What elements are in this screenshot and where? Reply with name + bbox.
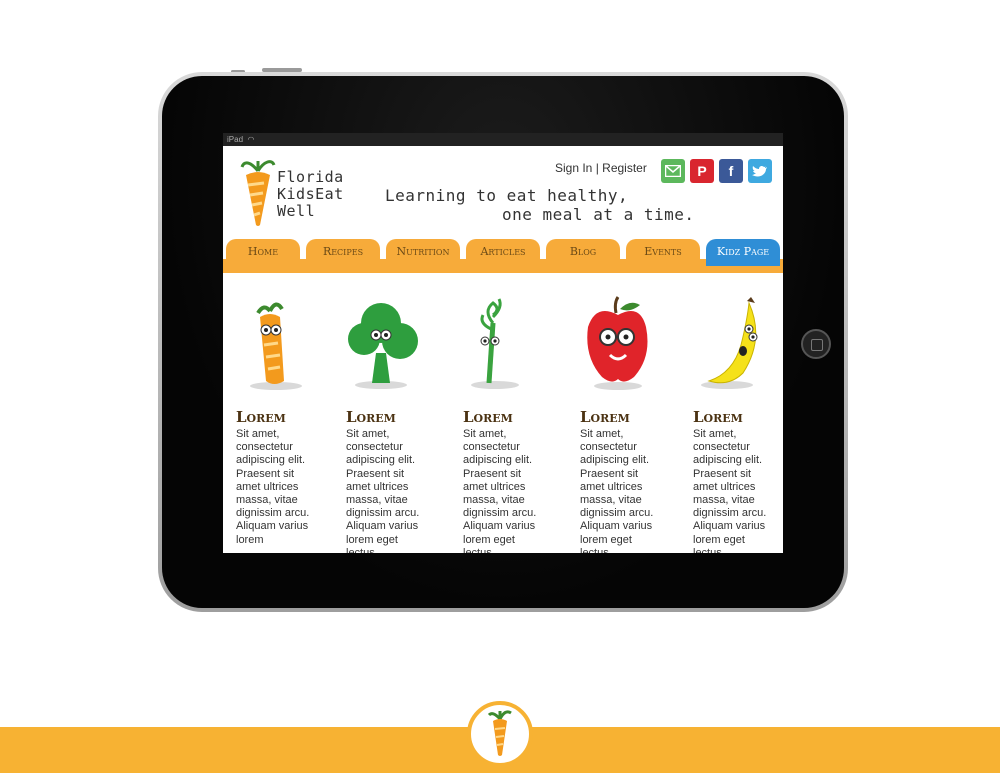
- logo-line-2: KidsEat: [277, 185, 344, 203]
- footer-logo-badge: [467, 701, 533, 767]
- tab-articles[interactable]: Articles: [466, 239, 540, 266]
- tagline: Learning to eat healthy, one meal at a t…: [385, 186, 695, 224]
- email-share-button[interactable]: [661, 159, 685, 183]
- sign-in-link[interactable]: Sign In: [555, 161, 592, 175]
- broccoli-character-icon: [348, 303, 418, 389]
- character-description: Sit amet, consectetur adipiscing elit. P…: [346, 428, 420, 553]
- character-description: Sit amet, consectetur adipiscing elit. P…: [693, 428, 767, 553]
- character-card-asparagus[interactable]: Lorem Sit amet, consectetur adipiscing e…: [463, 293, 553, 553]
- logo-line-3: Well: [277, 202, 316, 220]
- tab-home[interactable]: Home: [226, 239, 300, 266]
- envelope-icon: [664, 164, 682, 178]
- character-description: Sit amet, consectetur adipiscing elit. P…: [236, 428, 310, 546]
- carrot-character-icon: [250, 302, 302, 390]
- register-link[interactable]: Register: [602, 161, 647, 175]
- character-description: Sit amet, consectetur adipiscing elit. P…: [463, 428, 537, 553]
- logo-line-1: Florida: [277, 168, 344, 186]
- facebook-icon: f: [728, 163, 734, 179]
- wifi-icon: ◠: [245, 135, 255, 144]
- home-button[interactable]: [801, 329, 831, 359]
- main-nav: Home Recipes Nutrition Articles Blog Eve…: [223, 239, 783, 273]
- character-card-broccoli[interactable]: Lorem Sit amet, consectetur adipiscing e…: [346, 293, 436, 553]
- apple-character-icon: [587, 296, 648, 390]
- character-title: Lorem: [463, 408, 513, 426]
- status-bar: iPad ◠: [223, 133, 783, 146]
- tab-events[interactable]: Events: [626, 239, 700, 266]
- twitter-icon: [752, 165, 767, 177]
- carrot-logo-icon: [240, 160, 276, 226]
- tagline-line-2: one meal at a time.: [502, 205, 695, 224]
- character-card-apple[interactable]: Lorem Sit amet, consectetur adipiscing e…: [580, 293, 670, 553]
- character-title: Lorem: [580, 408, 630, 426]
- pinterest-share-button[interactable]: P: [690, 159, 714, 183]
- carrot-logo-icon: [487, 710, 512, 756]
- logo-wordmark[interactable]: Florida KidsEat Well: [277, 169, 344, 220]
- device-label: iPad: [227, 135, 244, 144]
- character-title: Lorem: [346, 408, 396, 426]
- account-links: Sign In | Register: [555, 161, 647, 175]
- account-separator: |: [592, 161, 603, 175]
- character-description: Sit amet, consectetur adipiscing elit. P…: [580, 428, 654, 553]
- tablet-screen: iPad ◠ Florida KidsEat Well Learning to …: [223, 133, 783, 553]
- character-title: Lorem: [236, 408, 286, 426]
- character-card-carrot[interactable]: Lorem Sit amet, consectetur adipiscing e…: [236, 293, 326, 547]
- tagline-line-1: Learning to eat healthy,: [385, 186, 629, 205]
- pinterest-icon: P: [697, 163, 707, 179]
- asparagus-character-icon: [471, 298, 519, 389]
- character-card-banana[interactable]: Lorem Sit amet, consectetur adipiscing e…: [693, 293, 783, 553]
- facebook-share-button[interactable]: f: [719, 159, 743, 183]
- tab-nutrition[interactable]: Nutrition: [386, 239, 460, 266]
- tab-kidz-page[interactable]: Kidz Page: [706, 239, 780, 266]
- tab-blog[interactable]: Blog: [546, 239, 620, 266]
- banana-character-icon: [701, 297, 758, 389]
- twitter-share-button[interactable]: [748, 159, 772, 183]
- character-title: Lorem: [693, 408, 743, 426]
- tab-recipes[interactable]: Recipes: [306, 239, 380, 266]
